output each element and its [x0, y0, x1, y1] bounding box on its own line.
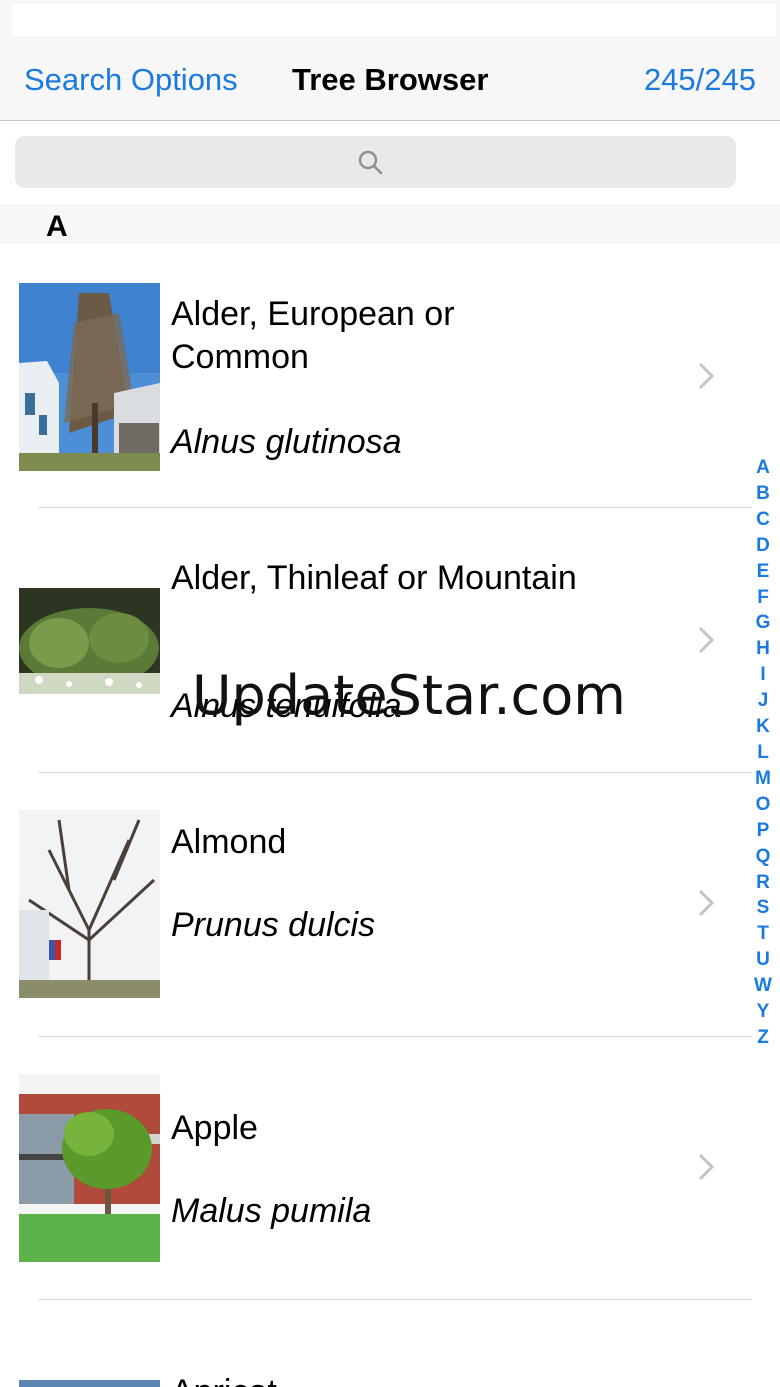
navigation-bar: Search Options Tree Browser 245/245 — [0, 36, 780, 121]
index-letter-y[interactable]: Y — [757, 999, 770, 1025]
common-name: Alder, European or Common — [171, 295, 455, 376]
section-letter: A — [46, 210, 68, 243]
tree-row[interactable]: Apricot — [0, 1301, 752, 1387]
chevron-right-icon — [698, 889, 715, 917]
latin-name: Prunus dulcis — [171, 906, 376, 944]
index-letter-o[interactable]: O — [756, 792, 771, 818]
index-letter-a[interactable]: A — [756, 455, 770, 481]
index-letter-i[interactable]: I — [760, 662, 765, 688]
page-title: Tree Browser — [292, 62, 489, 97]
search-options-button[interactable]: Search Options — [24, 62, 238, 98]
tree-thumbnail — [19, 283, 160, 471]
chevron-right-icon — [698, 626, 715, 654]
common-name: Alder, Thinleaf or Mountain — [171, 559, 577, 597]
index-letter-g[interactable]: G — [756, 610, 771, 636]
tree-row[interactable]: Alder, European or Common Alnus glutinos… — [0, 245, 752, 508]
status-bar-fill — [12, 4, 776, 36]
tree-thumbnail — [19, 1380, 160, 1387]
index-letter-z[interactable]: Z — [757, 1025, 769, 1051]
row-separator — [38, 1299, 752, 1300]
watermark-text: UpdateStar.com — [192, 664, 626, 727]
common-name: Almond — [171, 823, 287, 861]
section-header: A — [0, 204, 780, 244]
index-letter-p[interactable]: P — [757, 818, 770, 844]
index-letter-h[interactable]: H — [756, 636, 770, 662]
status-bar — [0, 0, 780, 36]
result-count-button[interactable]: 245/245 — [644, 62, 756, 98]
latin-name: Alnus glutinosa — [171, 423, 402, 461]
index-letter-d[interactable]: D — [756, 533, 770, 559]
tree-row[interactable]: Alder, Thinleaf or Mountain Alnus tenuif… — [0, 509, 752, 773]
index-letter-q[interactable]: Q — [756, 844, 771, 870]
index-letter-w[interactable]: W — [754, 973, 772, 999]
index-letter-c[interactable]: C — [756, 507, 770, 533]
tree-thumbnail — [19, 810, 160, 998]
common-name: Apricot — [171, 1371, 601, 1387]
index-letter-k[interactable]: K — [756, 714, 770, 740]
common-name: Apple — [171, 1109, 258, 1147]
index-letter-r[interactable]: R — [756, 870, 770, 896]
index-letter-m[interactable]: M — [755, 766, 771, 792]
chevron-right-icon — [698, 1153, 715, 1181]
index-letter-j[interactable]: J — [758, 688, 769, 714]
tree-thumbnail — [19, 1074, 160, 1262]
search-input[interactable] — [15, 136, 736, 188]
search-bar — [0, 121, 780, 203]
index-letter-s[interactable]: S — [757, 895, 770, 921]
index-letter-f[interactable]: F — [757, 585, 769, 611]
chevron-right-icon — [698, 362, 715, 390]
index-letter-b[interactable]: B — [756, 481, 770, 507]
tree-row[interactable]: Apple Malus pumila — [0, 1037, 752, 1300]
index-letter-l[interactable]: L — [757, 740, 769, 766]
tree-row[interactable]: Almond Prunus dulcis — [0, 773, 752, 1037]
index-letter-t[interactable]: T — [757, 921, 769, 947]
search-field[interactable] — [15, 136, 736, 188]
latin-name: Malus pumila — [171, 1192, 372, 1230]
row-separator — [38, 507, 752, 508]
index-letter-u[interactable]: U — [756, 947, 770, 973]
alphabet-index[interactable]: ABCDEFGHIJKLMOPQRSTUWYZ — [750, 455, 776, 1051]
index-letter-e[interactable]: E — [757, 559, 770, 585]
tree-thumbnail — [19, 588, 160, 694]
